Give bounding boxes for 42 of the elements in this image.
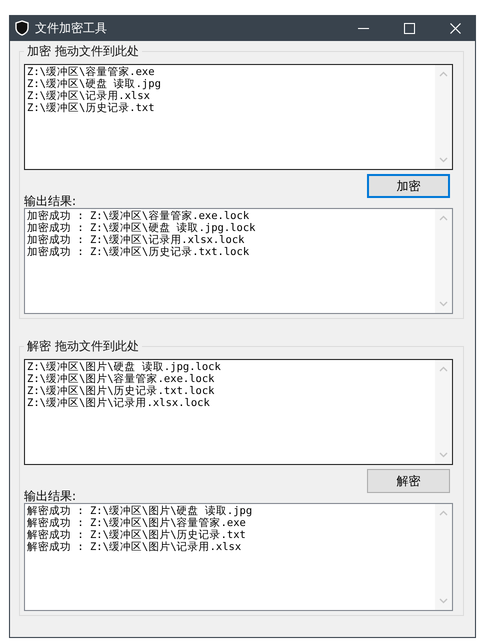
text-line: 加密成功 : Z:\缓冲区\硬盘 读取.jpg.lock [27, 222, 256, 234]
scroll-down-icon[interactable] [439, 598, 448, 604]
output-label: 输出结果: [24, 194, 78, 208]
scroll-up-icon[interactable] [439, 71, 448, 77]
text-area[interactable]: 加密成功 : Z:\缓冲区\容量管家.exe.lock 加密成功 : Z:\缓冲区\硬盘 读取.jpg.lock 加密成功 : Z:\缓冲区\记录用.xlsx.lock 加密成功 : Z:\缓冲区\历史记录.txt.lock [24, 208, 453, 314]
group-title: 加密 拖动文件到此处 [24, 43, 142, 59]
scroll-down-icon[interactable] [439, 452, 448, 458]
text-area[interactable]: Z:\缓冲区\图片\硬盘 读取.jpg.lock Z:\缓冲区\图片\容量管家.exe.lock Z:\缓冲区\图片\历史记录.txt.lock Z:\缓冲区\图片\记录用.xlsx.lock [24, 359, 453, 465]
text-line: Z:\缓冲区\历史记录.txt [27, 102, 156, 114]
text-line: Z:\缓冲区\图片\容量管家.exe.lock [27, 373, 216, 385]
text-line: 加密成功 : Z:\缓冲区\记录用.xlsx.lock [27, 234, 246, 246]
window-title: 文件加密工具 [35, 20, 107, 36]
text-line: 解密成功 : Z:\缓冲区\图片\历史记录.txt [27, 529, 247, 541]
scroll-up-icon[interactable] [439, 215, 448, 221]
text-line: Z:\缓冲区\容量管家.exe [27, 66, 156, 78]
scroll-up-icon[interactable] [439, 510, 448, 516]
text-line: 加密成功 : Z:\缓冲区\容量管家.exe.lock [27, 210, 250, 222]
text-line: 加密成功 : Z:\缓冲区\历史记录.txt.lock [27, 246, 250, 258]
shield-icon [15, 20, 29, 36]
text-area[interactable]: 解密成功 : Z:\缓冲区\图片\硬盘 读取.jpg 解密成功 : Z:\缓冲区\图片\容量管家.exe 解密成功 : Z:\缓冲区\图片\历史记录.txt 解密成功 : Z:\缓冲区\图片\记录用.xlsx [24, 503, 453, 611]
output-label: 输出结果: [24, 489, 78, 503]
text-area[interactable]: Z:\缓冲区\容量管家.exe Z:\缓冲区\硬盘 读取.jpg Z:\缓冲区\记录用.xlsx Z:\缓冲区\历史记录.txt [24, 64, 453, 170]
scrollbar[interactable] [435, 504, 452, 610]
action-button[interactable]: 加密 [367, 174, 450, 198]
text-line: 解密成功 : Z:\缓冲区\图片\硬盘 读取.jpg [27, 505, 254, 517]
text-line: 解密成功 : Z:\缓冲区\图片\记录用.xlsx [27, 541, 242, 553]
action-button[interactable]: 解密 [367, 469, 450, 493]
scrollbar[interactable] [435, 209, 452, 313]
text-line: Z:\缓冲区\记录用.xlsx [27, 90, 151, 102]
group-title: 解密 拖动文件到此处 [24, 338, 142, 354]
text-line: Z:\缓冲区\图片\记录用.xlsx.lock [27, 397, 211, 409]
text-line: Z:\缓冲区\图片\硬盘 读取.jpg.lock [27, 361, 222, 373]
text-line: Z:\缓冲区\图片\历史记录.txt.lock [27, 385, 216, 397]
scrollbar[interactable] [435, 65, 452, 169]
text-line: Z:\缓冲区\硬盘 读取.jpg [27, 78, 162, 90]
close-icon[interactable] [450, 22, 461, 34]
maximize-icon[interactable] [404, 22, 415, 34]
scroll-down-icon[interactable] [439, 157, 448, 163]
scrollbar[interactable] [435, 360, 452, 464]
scroll-up-icon[interactable] [439, 366, 448, 372]
text-line: 解密成功 : Z:\缓冲区\图片\容量管家.exe [27, 517, 247, 529]
scroll-down-icon[interactable] [439, 301, 448, 307]
